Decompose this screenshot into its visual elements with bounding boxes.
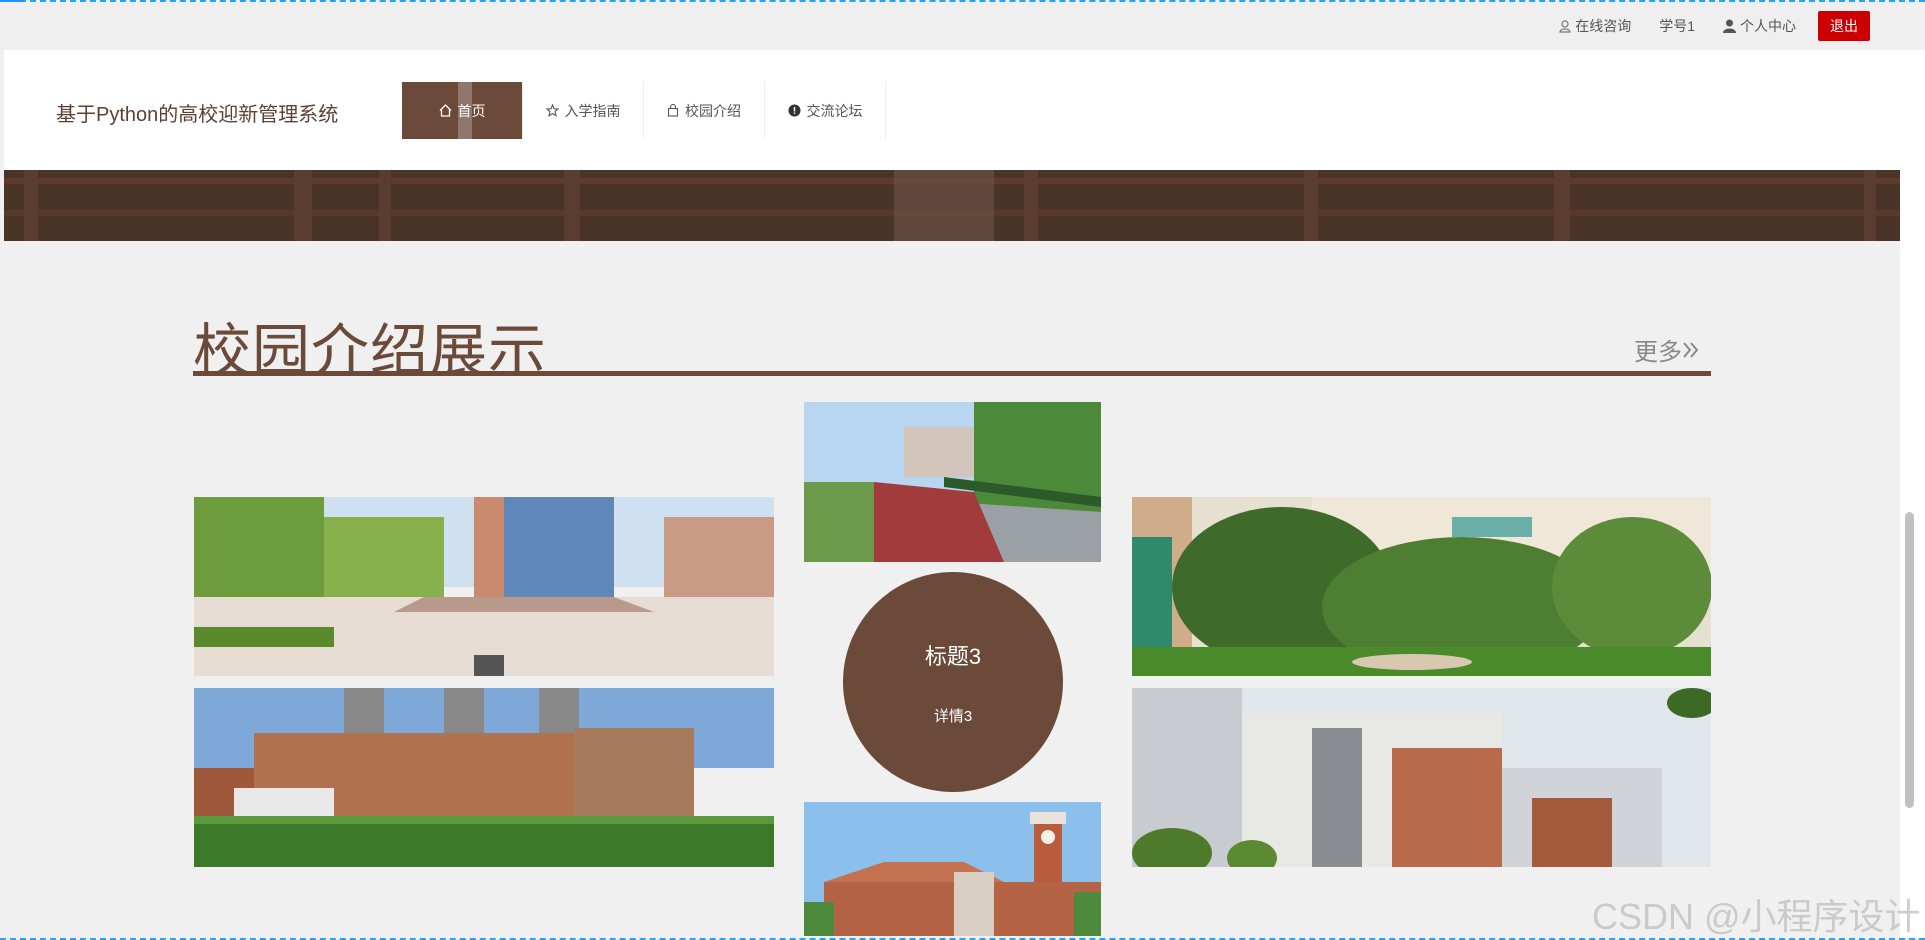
personal-center-label: 个人中心 xyxy=(1740,18,1796,34)
campus-photo-buildings[interactable] xyxy=(194,688,774,867)
banner-slat xyxy=(1024,170,1038,241)
nav-label-enrollment-guide: 入学指南 xyxy=(564,102,621,119)
banner-slat xyxy=(379,170,391,241)
personal-center-link[interactable]: 个人中心 xyxy=(1723,16,1796,36)
student-id-label: 学号1 xyxy=(1659,18,1695,34)
campus-photo-running-track[interactable] xyxy=(804,402,1101,562)
scrollbar-thumb[interactable] xyxy=(1905,512,1914,808)
top-bar: 在线咨询 学号1 个人中心 退出 xyxy=(0,2,1900,50)
user-outline-icon xyxy=(1559,19,1571,33)
banner-image xyxy=(4,170,1900,241)
online-consult-link[interactable]: 在线咨询 xyxy=(1559,16,1631,36)
banner-slat xyxy=(1304,170,1318,241)
featured-campus-card[interactable]: 标题3 详情3 xyxy=(843,572,1063,792)
more-label: 更多 xyxy=(1634,339,1682,366)
nav-item-home[interactable]: 首页 xyxy=(402,82,523,139)
featured-detail: 详情3 xyxy=(933,707,973,725)
banner-slat xyxy=(24,170,38,241)
bag-icon xyxy=(667,104,679,117)
logout-button[interactable]: 退出 xyxy=(1818,11,1870,41)
featured-title: 标题3 xyxy=(924,643,982,669)
more-link[interactable]: 更多 xyxy=(1634,332,1702,367)
banner-slat xyxy=(294,170,312,241)
star-icon xyxy=(545,104,559,117)
csdn-watermark: CSDN @小程序设计 xyxy=(1592,896,1921,937)
home-icon xyxy=(439,104,451,117)
campus-photo-courtyard[interactable] xyxy=(1132,497,1711,676)
main-nav: 首页 入学指南 校园介绍 交流论坛 xyxy=(402,82,886,139)
section-title-underline xyxy=(193,371,1711,376)
banner-slat xyxy=(1554,170,1570,241)
nav-hover-overlay xyxy=(458,82,472,139)
banner-slat xyxy=(564,170,580,241)
campus-photo-plaza[interactable] xyxy=(194,497,774,676)
double-chevron-right-icon xyxy=(1683,341,1699,358)
nav-label-forum: 交流论坛 xyxy=(806,102,863,119)
nav-item-campus-intro[interactable]: 校园介绍 xyxy=(644,82,765,139)
site-title: 基于Python的高校迎新管理系统 xyxy=(56,104,339,126)
nav-label-campus-intro: 校园介绍 xyxy=(685,102,741,119)
nav-item-forum[interactable]: 交流论坛 xyxy=(765,82,886,139)
campus-photo-modern-building[interactable] xyxy=(1132,688,1711,867)
banner-slat xyxy=(894,170,994,241)
user-icon xyxy=(1723,19,1736,33)
online-consult-label: 在线咨询 xyxy=(1575,18,1632,34)
campus-photo-clock-tower[interactable] xyxy=(804,802,1101,936)
site-header: 基于Python的高校迎新管理系统 首页 入学指南 校园介绍 交流论坛 xyxy=(4,50,1900,170)
info-circle-icon xyxy=(788,104,800,117)
nav-item-enrollment-guide[interactable]: 入学指南 xyxy=(523,82,644,139)
student-id-link[interactable]: 学号1 xyxy=(1659,16,1695,36)
banner-slat xyxy=(1864,170,1876,241)
